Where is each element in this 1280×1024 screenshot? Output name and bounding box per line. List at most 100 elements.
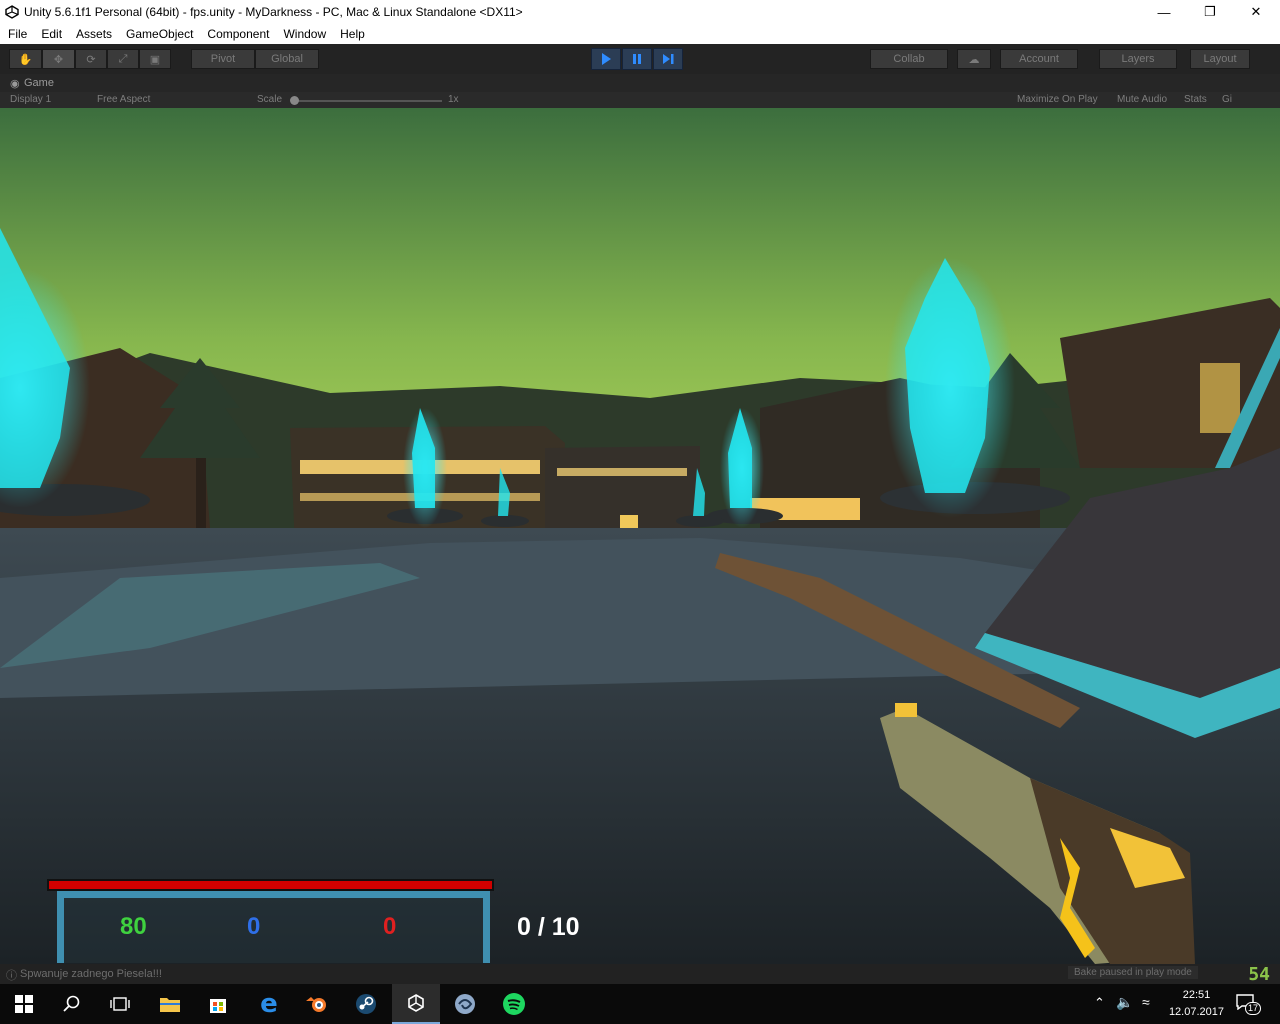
stats-toggle[interactable]: Stats bbox=[1184, 94, 1207, 105]
windows-taskbar: e ⌃ 🔈 ≈ 22:51 12.07.2017 17 bbox=[0, 984, 1280, 1024]
folder-icon bbox=[160, 998, 180, 1012]
maximize-on-play-toggle[interactable]: Maximize On Play bbox=[1017, 94, 1098, 105]
collab-dropdown[interactable]: Collab bbox=[870, 49, 948, 69]
menu-gameobject[interactable]: GameObject bbox=[120, 27, 199, 41]
display-dropdown[interactable]: Display 1 bbox=[10, 94, 51, 105]
game-tab-header: ◉ Game bbox=[0, 74, 1280, 92]
scale-label: Scale bbox=[257, 94, 283, 105]
layout-label: Layout bbox=[1203, 53, 1237, 65]
unity-logo-icon bbox=[5, 5, 19, 19]
taskbar-edge[interactable]: e bbox=[245, 984, 293, 1024]
game-viewport[interactable]: 63 60 bbox=[0, 108, 1280, 964]
taskbar-store[interactable] bbox=[194, 984, 242, 1024]
taskbar-steam[interactable] bbox=[342, 984, 390, 1024]
taskbar-file-explorer[interactable] bbox=[146, 984, 194, 1024]
hand-icon: ✋ bbox=[18, 53, 33, 66]
health-bar-fill bbox=[49, 881, 492, 889]
maximize-button[interactable]: ❐ bbox=[1187, 0, 1233, 24]
spotify-icon bbox=[503, 993, 525, 1015]
game-tab-title[interactable]: Game bbox=[24, 77, 54, 89]
red-stat-value: 0 bbox=[383, 913, 397, 940]
taskbar-unity[interactable] bbox=[392, 984, 440, 1024]
cyan-flame-mid-left bbox=[403, 408, 447, 528]
menu-edit[interactable]: Edit bbox=[35, 27, 68, 41]
layers-label: Layers bbox=[1121, 53, 1155, 65]
window-title-bar: Unity 5.6.1f1 Personal (64bit) - fps.uni… bbox=[0, 0, 1280, 24]
menu-component[interactable]: Component bbox=[201, 27, 275, 41]
account-dropdown[interactable]: Account bbox=[1000, 49, 1078, 69]
unity-icon bbox=[408, 994, 424, 1012]
menu-file[interactable]: File bbox=[2, 27, 33, 41]
pause-icon bbox=[633, 54, 641, 64]
game-tab-icon: ◉ bbox=[10, 78, 20, 90]
game-view-controls: Display 1 Free Aspect Scale 1x Maximize … bbox=[0, 92, 1280, 108]
menu-help[interactable]: Help bbox=[334, 27, 371, 41]
move-icon: ✥ bbox=[53, 53, 64, 66]
blender-icon bbox=[306, 997, 326, 1012]
collab-label: Collab bbox=[893, 53, 925, 65]
console-message[interactable]: Spwanuje zadnego Piesela!!! bbox=[20, 968, 162, 980]
scale-slider[interactable] bbox=[292, 100, 442, 102]
scale-icon: ⤢ bbox=[118, 52, 128, 65]
ammo-counter: 0 / 10 bbox=[517, 913, 580, 941]
pivot-toggle[interactable]: Pivot bbox=[191, 49, 255, 69]
clock-date: 12.07.2017 bbox=[1168, 1006, 1224, 1018]
close-button[interactable]: ✕ bbox=[1233, 0, 1279, 24]
taskbar-app-swirl[interactable] bbox=[441, 984, 489, 1024]
pause-button[interactable] bbox=[622, 48, 652, 70]
scale-tool-button[interactable]: ⤢ bbox=[107, 49, 139, 69]
gizmos-toggle[interactable]: Gi bbox=[1222, 94, 1232, 105]
cyan-flame-mid-right bbox=[720, 408, 764, 528]
rect-icon: ▣ bbox=[149, 53, 161, 66]
action-center-button[interactable]: 17 bbox=[1236, 994, 1262, 1015]
edge-icon: e bbox=[260, 989, 278, 1019]
move-tool-button[interactable]: ✥ bbox=[42, 49, 75, 69]
wifi-icon[interactable]: ≈ bbox=[1142, 994, 1150, 1010]
taskbar-blender[interactable] bbox=[293, 984, 341, 1024]
step-button[interactable] bbox=[653, 48, 683, 70]
hand-tool-button[interactable]: ✋ bbox=[9, 49, 42, 69]
aspect-dropdown[interactable]: Free Aspect bbox=[97, 94, 150, 105]
search-icon bbox=[63, 995, 80, 1012]
green-stat-value: 80 bbox=[120, 913, 147, 940]
cyan-flame-right bbox=[885, 258, 1015, 518]
show-hidden-icons-icon[interactable]: ⌃ bbox=[1094, 995, 1105, 1011]
mute-audio-toggle[interactable]: Mute Audio bbox=[1117, 94, 1167, 105]
system-clock[interactable]: 22:51 12.07.2017 bbox=[1169, 987, 1224, 1021]
pivot-label: Pivot bbox=[210, 53, 236, 65]
play-icon bbox=[602, 53, 611, 65]
scale-slider-handle[interactable] bbox=[290, 96, 299, 105]
clock-time: 22:51 bbox=[1182, 989, 1211, 1001]
fps-counter-status: 54 bbox=[1248, 966, 1270, 984]
scale-value: 1x bbox=[448, 94, 459, 105]
step-icon bbox=[663, 54, 674, 64]
swirl-app-icon bbox=[455, 994, 475, 1014]
task-view-button[interactable] bbox=[96, 984, 144, 1024]
layers-dropdown[interactable]: Layers bbox=[1099, 49, 1177, 69]
minimize-icon: — bbox=[1157, 4, 1171, 20]
taskbar-spotify[interactable] bbox=[490, 984, 538, 1024]
health-bar bbox=[47, 879, 494, 891]
menu-assets[interactable]: Assets bbox=[70, 27, 118, 41]
rotate-tool-button[interactable]: ⟳ bbox=[75, 49, 107, 69]
game-scene bbox=[0, 108, 1280, 964]
rect-tool-button[interactable]: ▣ bbox=[139, 49, 171, 69]
menu-window[interactable]: Window bbox=[277, 27, 332, 41]
info-icon: ⓘ bbox=[6, 970, 17, 982]
restore-icon: ❐ bbox=[1204, 4, 1216, 19]
global-label: Global bbox=[271, 53, 303, 65]
minimize-button[interactable]: — bbox=[1141, 0, 1187, 24]
menu-bar: File Edit Assets GameObject Component Wi… bbox=[0, 24, 1280, 44]
play-button[interactable] bbox=[591, 48, 621, 70]
task-view-icon bbox=[110, 997, 130, 1011]
account-label: Account bbox=[1019, 53, 1059, 65]
layout-dropdown[interactable]: Layout bbox=[1190, 49, 1250, 69]
status-bar: ⓘ Spwanuje zadnego Piesela!!! Bake pause… bbox=[0, 964, 1280, 984]
windows-logo-icon bbox=[15, 995, 33, 1013]
search-button[interactable] bbox=[48, 984, 96, 1024]
cloud-icon: ☁ bbox=[968, 53, 980, 66]
start-button[interactable] bbox=[0, 984, 48, 1024]
global-toggle[interactable]: Global bbox=[255, 49, 319, 69]
cloud-button[interactable]: ☁ bbox=[957, 49, 991, 69]
volume-icon[interactable]: 🔈 bbox=[1116, 994, 1133, 1011]
